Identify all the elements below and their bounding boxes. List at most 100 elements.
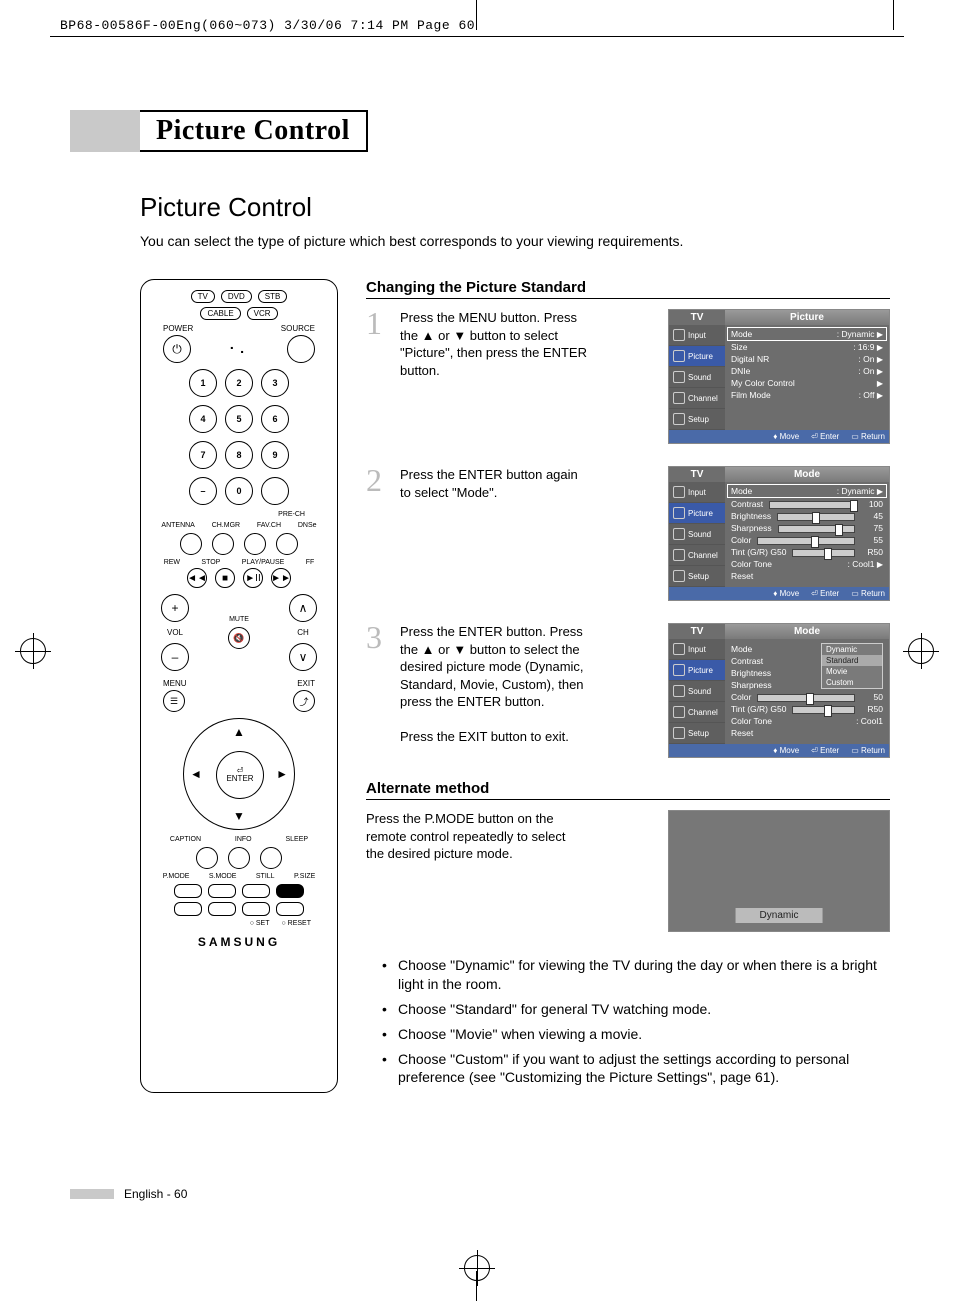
dpad-down[interactable]: ▼ [233, 809, 245, 823]
extra-button-1[interactable] [174, 902, 202, 916]
input-icon [673, 329, 685, 341]
num-dash[interactable]: – [189, 477, 217, 505]
extra-button-4[interactable] [276, 902, 304, 916]
vol-down-button[interactable]: – [161, 643, 189, 671]
bullet-item: Choose "Custom" if you want to adjust th… [382, 1050, 890, 1088]
set-label: SET [256, 920, 270, 927]
still-button[interactable] [242, 884, 270, 898]
num-3[interactable]: 3 [261, 369, 289, 397]
pmode-label: P.MODE [163, 873, 190, 880]
osd-row: DNIe: On ▶ [731, 365, 883, 377]
playpause-label: PLAY/PAUSE [242, 559, 285, 566]
step-num-3: 3 [366, 623, 392, 652]
num-7[interactable]: 7 [189, 441, 217, 469]
osd-main-panel: Mode: Dynamic ▶Size: 16:9 ▶Digital NR: O… [725, 325, 889, 430]
registration-mark [908, 638, 934, 664]
num-0[interactable]: 0 [225, 477, 253, 505]
mode-option[interactable]: Dynamic [822, 644, 882, 655]
rew-button[interactable]: ◄◄ [187, 568, 207, 588]
osd-side-nav: Input Picture Sound Channel Setup [669, 325, 725, 430]
subhead-alternate: Alternate method [366, 780, 890, 800]
step-text-3: Press the ENTER button. Press the ▲ or ▼… [400, 623, 590, 746]
osd-row: Mode: Dynamic ▶ [728, 328, 886, 340]
exit-label: EXIT [297, 679, 315, 688]
extra-button-3[interactable] [242, 902, 270, 916]
chmgr-button[interactable] [212, 533, 234, 555]
step-num-2: 2 [366, 466, 392, 495]
extra-button-2[interactable] [208, 902, 236, 916]
osd-row: Color Tone: Cool1 ▶ [731, 558, 883, 570]
num-8[interactable]: 8 [225, 441, 253, 469]
num-4[interactable]: 4 [189, 405, 217, 433]
num-9[interactable]: 9 [261, 441, 289, 469]
stop-label: STOP [201, 559, 220, 566]
print-header: BP68-00586F-00Eng(060~073) 3/30/06 7:14 … [60, 18, 475, 33]
right-column: Changing the Picture Standard 1 Press th… [366, 279, 890, 1093]
vol-up-button[interactable]: + [161, 594, 189, 622]
caption-label: CAPTION [170, 836, 201, 843]
step-text-1: Press the MENU button. Press the ▲ or ▼ … [400, 309, 590, 379]
dpad-right[interactable]: ► [276, 767, 288, 781]
exit-button[interactable]: ⤴ [293, 690, 315, 712]
favch-button[interactable] [244, 533, 266, 555]
mode-option[interactable]: Custom [822, 677, 882, 688]
step-3: 3 Press the ENTER button. Press the ▲ or… [366, 623, 890, 758]
pmode-button[interactable] [174, 884, 202, 898]
osd-row: Digital NR: On ▶ [731, 353, 883, 365]
dpad-left[interactable]: ◄ [190, 767, 202, 781]
picture-icon [673, 350, 685, 362]
ff-button[interactable]: ►► [271, 568, 291, 588]
sound-icon [673, 371, 685, 383]
step-2: 2 Press the ENTER button again to select… [366, 466, 890, 601]
psize-button[interactable] [276, 884, 304, 898]
osd-row: My Color Control ▶ [731, 377, 883, 389]
remote-mode-dvd: DVD [221, 290, 252, 303]
banner-lead [70, 110, 140, 152]
num-6[interactable]: 6 [261, 405, 289, 433]
num-1[interactable]: 1 [189, 369, 217, 397]
power-label: POWER [163, 324, 193, 333]
dpad: ▲ ▼ ◄ ► ⏎ ENTER [183, 718, 295, 830]
remote-mode-tv: TV [191, 290, 215, 303]
numpad: 1 2 3 4 5 6 7 8 9 – 0 [149, 369, 329, 505]
ff-label: FF [306, 559, 315, 566]
num-2[interactable]: 2 [225, 369, 253, 397]
antenna-button[interactable] [180, 533, 202, 555]
source-button[interactable] [287, 335, 315, 363]
chapter-title: Picture Control [140, 110, 368, 152]
dpad-up[interactable]: ▲ [233, 725, 245, 739]
brand-label: SAMSUNG [149, 935, 329, 949]
step-text-2: Press the ENTER button again to select "… [400, 466, 590, 501]
mode-option[interactable]: Movie [822, 666, 882, 677]
osd-row: Color50 [731, 691, 883, 703]
menu-button[interactable]: ☰ [163, 690, 185, 712]
ch-up-button[interactable]: ∧ [289, 594, 317, 622]
osd-row: Size: 16:9 ▶ [731, 341, 883, 353]
sleep-button[interactable] [260, 847, 282, 869]
page-number: English - 60 [124, 1187, 187, 1201]
power-button[interactable]: ⏻ [163, 335, 191, 363]
dnse-label: DNSe [298, 522, 317, 529]
info-button[interactable] [228, 847, 250, 869]
stop-button[interactable]: ■ [215, 568, 235, 588]
psize-label: P.SIZE [294, 873, 315, 880]
mode-descriptions: Choose "Dynamic" for viewing the TV duri… [382, 956, 890, 1087]
playpause-button[interactable]: ►II [243, 568, 263, 588]
remote-mode-cable: CABLE [200, 307, 240, 320]
alternate-preview: Dynamic [668, 810, 890, 932]
mute-button[interactable]: 🔇 [228, 627, 250, 649]
bullet-item: Choose "Movie" when viewing a movie. [382, 1025, 890, 1044]
smode-button[interactable] [208, 884, 236, 898]
osd-row: Contrast100 [731, 498, 883, 510]
caption-button[interactable] [196, 847, 218, 869]
num-5[interactable]: 5 [225, 405, 253, 433]
remote-mode-vcr: VCR [247, 307, 278, 320]
enter-button[interactable]: ⏎ ENTER [216, 751, 264, 799]
prech-button[interactable] [261, 477, 289, 505]
mode-option[interactable]: Standard [822, 655, 882, 666]
still-label: STILL [256, 873, 275, 880]
dnse-button[interactable] [276, 533, 298, 555]
ch-down-button[interactable]: ∨ [289, 643, 317, 671]
osd-mode-menu: TVMode Input Picture Sound Channel Setup… [668, 466, 890, 601]
bullet-item: Choose "Dynamic" for viewing the TV duri… [382, 956, 890, 994]
